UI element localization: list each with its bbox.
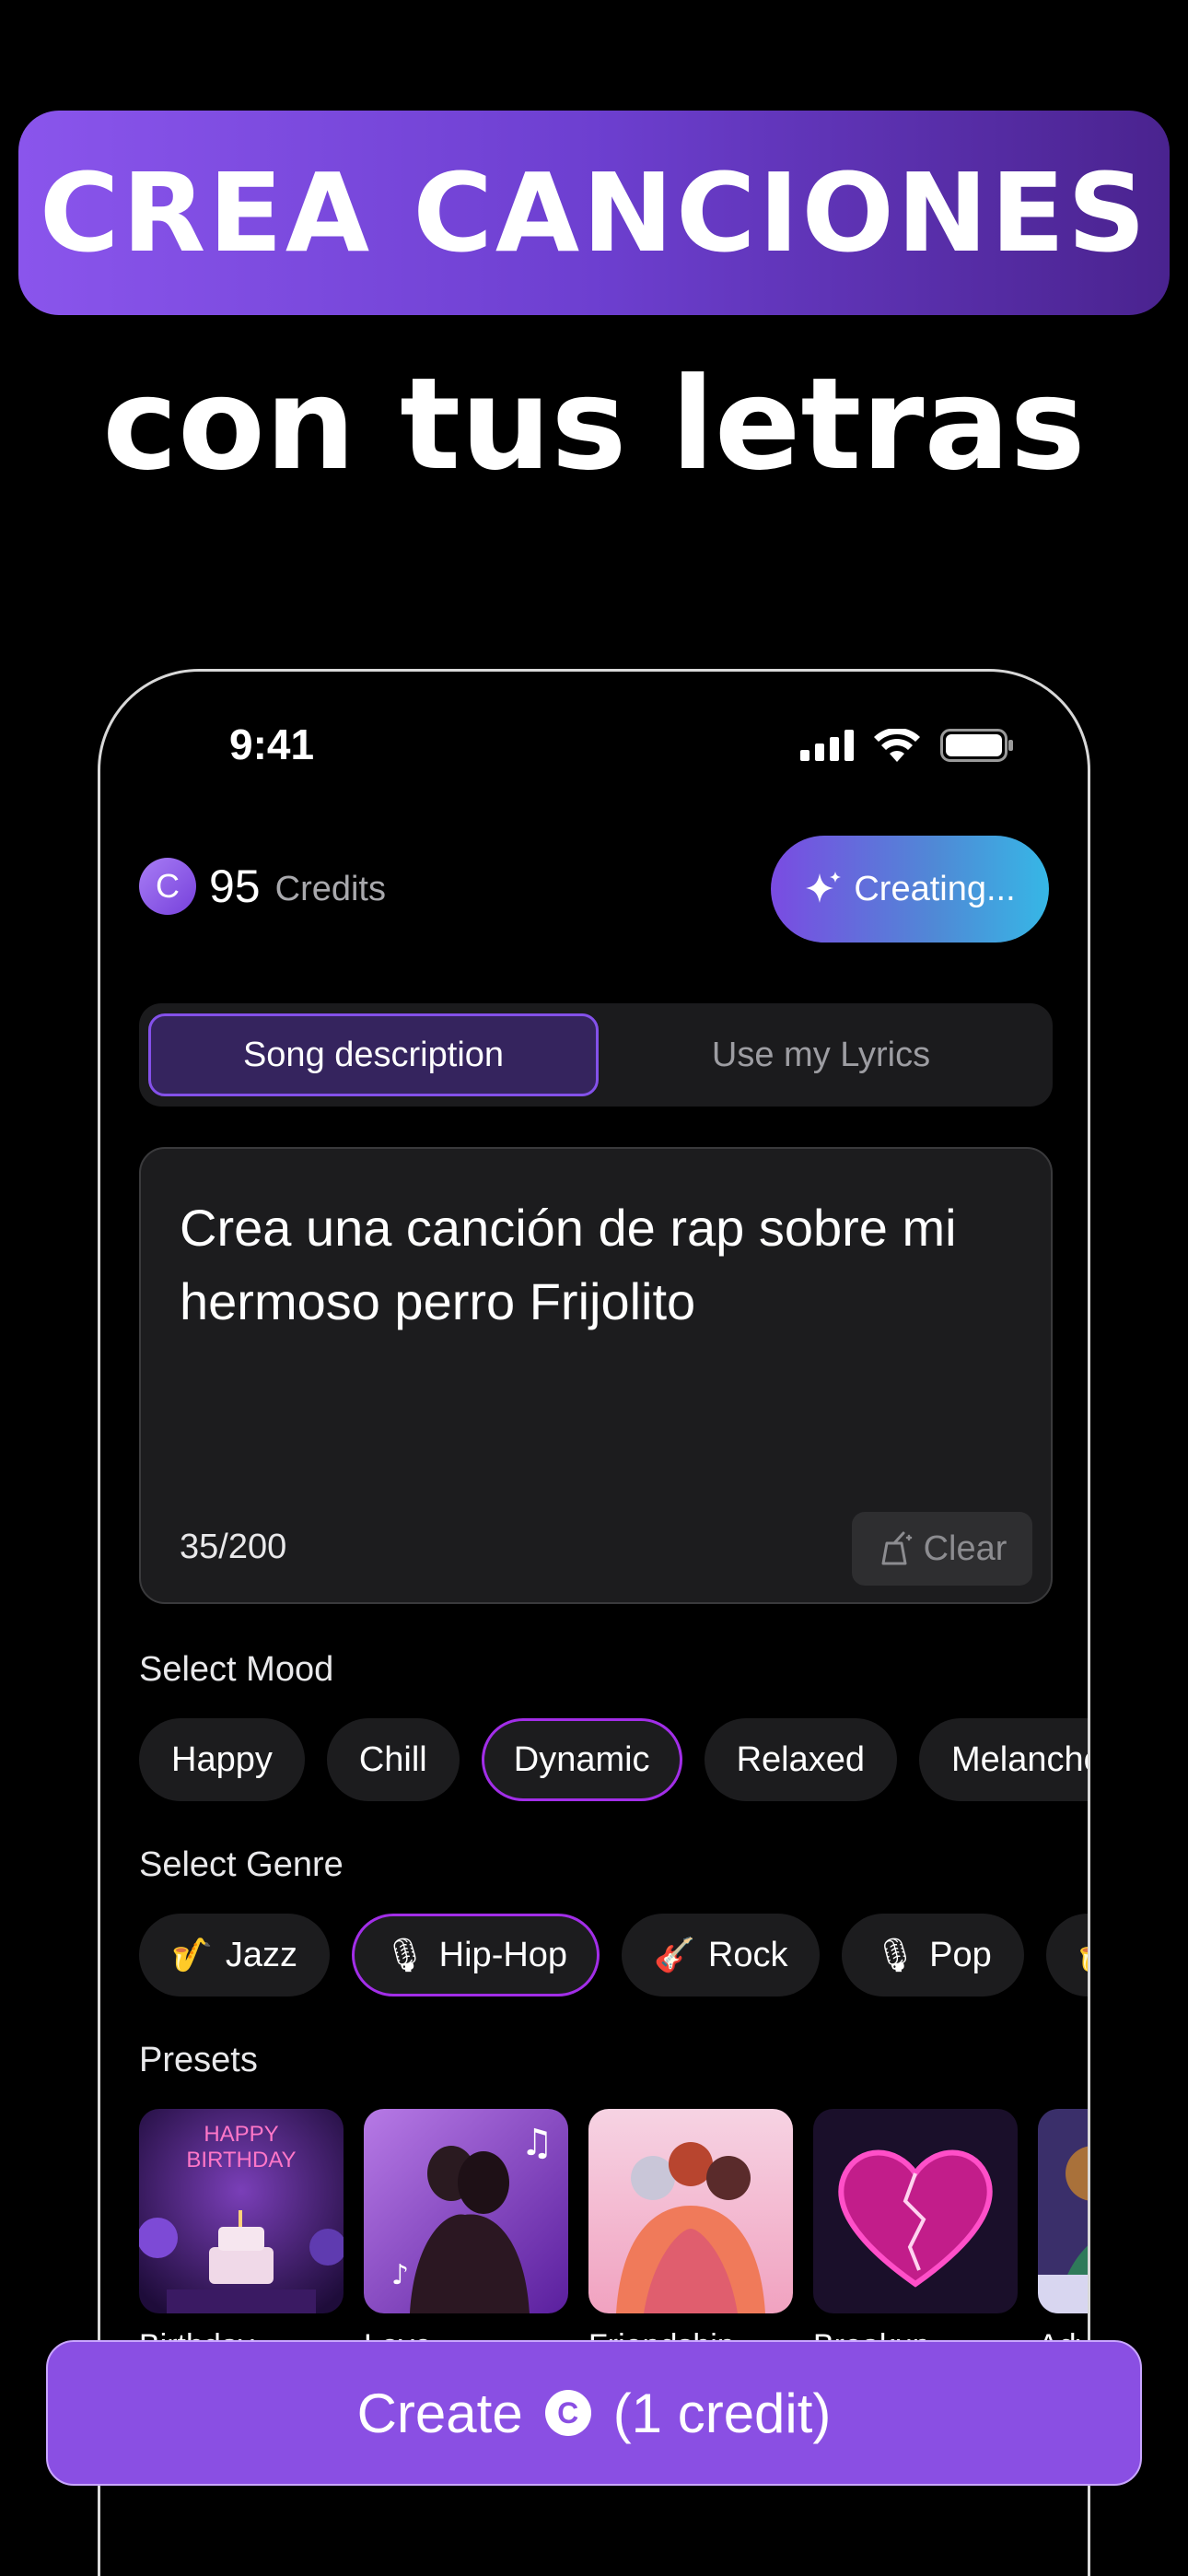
mood-chips: Happy Chill Dynamic Relaxed Melancholic [139, 1718, 1088, 1801]
birthday-image: HAPPY BIRTHDAY [139, 2109, 344, 2313]
credits-display: C 95 Credits [139, 858, 386, 915]
mood-chip-happy[interactable]: Happy [139, 1718, 305, 1801]
credits-label: Credits [274, 869, 386, 908]
love-image: ♫ ♪ [364, 2109, 568, 2313]
creating-button[interactable]: Creating... [771, 836, 1049, 943]
adventure-image [1038, 2109, 1088, 2313]
genre-chip-label: Jazz [225, 1935, 297, 1974]
genre-chip-label: Rock [707, 1935, 788, 1974]
genre-section-label: Select Genre [139, 1845, 344, 1884]
signal-icon [800, 730, 854, 761]
clear-label: Clear [923, 1528, 1007, 1568]
tab-use-my-lyrics[interactable]: Use my Lyrics [599, 1013, 1043, 1096]
mood-chip-melancholic[interactable]: Melancholic [918, 1718, 1088, 1801]
svg-text:♫: ♫ [520, 2122, 553, 2164]
wifi-icon [874, 729, 920, 762]
prompt-text[interactable]: Crea una canción de rap sobre mi hermoso… [180, 1191, 1008, 1339]
create-cost: (1 credit) [612, 2382, 832, 2444]
mode-tabs: Song description Use my Lyrics [139, 1003, 1053, 1107]
mood-chip-dynamic[interactable]: Dynamic [481, 1718, 682, 1801]
tab-song-description[interactable]: Song description [148, 1013, 599, 1096]
genre-chip-hip-hop[interactable]: 🎙 Hip-Hop [351, 1914, 600, 1996]
birthday-image-text: HAPPY BIRTHDAY [186, 2122, 297, 2172]
broom-icon [881, 1531, 912, 1565]
sparkle-icon [806, 872, 842, 903]
svg-text:♪: ♪ [391, 2259, 409, 2291]
saxophone-icon: 🎷 [171, 1936, 213, 1973]
preset-love[interactable]: ♫ ♪ Love [364, 2109, 568, 2364]
hero-banner: CREA CANCIONES [18, 111, 1170, 315]
character-counter: 35/200 [180, 1528, 287, 1566]
preset-birthday[interactable]: HAPPY BIRTHDAY Birthday [139, 2109, 344, 2364]
status-icons [800, 729, 1014, 762]
clear-button[interactable]: Clear [852, 1512, 1032, 1586]
hero-title: CREA CANCIONES [39, 149, 1149, 276]
microphone-icon: 🎙 [383, 1936, 426, 1973]
phone-frame: 9:41 C 95 Credits Creating... Song descr… [98, 669, 1090, 2576]
presets-section-label: Presets [139, 2041, 258, 2079]
preset-breakup[interactable]: Breakup [813, 2109, 1018, 2364]
microphone-icon: 🎙 [874, 1936, 917, 1973]
mood-chip-relaxed[interactable]: Relaxed [704, 1718, 897, 1801]
breakup-image [813, 2109, 1018, 2313]
genre-chip-jazz[interactable]: 🎷 Jazz [139, 1914, 330, 1996]
genre-chip-label: Hip-Hop [438, 1935, 568, 1974]
create-label: Create [356, 2382, 523, 2444]
mood-chip-chill[interactable]: Chill [326, 1718, 460, 1801]
genre-chip-more[interactable]: 🎷 [1045, 1914, 1088, 1996]
saxophone-icon: 🎷 [1078, 1936, 1088, 1974]
guitar-icon: 🎸 [654, 1936, 695, 1973]
app-screen: CREA CANCIONES con tus letras 9:41 C 95 … [0, 0, 1188, 2576]
creating-label: Creating... [854, 869, 1016, 908]
status-bar: 9:41 [100, 672, 1088, 819]
create-button[interactable]: Create C (1 credit) [46, 2340, 1142, 2486]
genre-chip-rock[interactable]: 🎸 Rock [622, 1914, 821, 1996]
battery-icon [940, 729, 1013, 762]
preset-adventure[interactable]: Adventure [1038, 2109, 1088, 2364]
genre-chips: 🎷 Jazz 🎙 Hip-Hop 🎸 Rock 🎙 Pop 🎷 [139, 1914, 1088, 1996]
genre-chip-label: Pop [929, 1935, 992, 1974]
song-description-input[interactable]: Crea una canción de rap sobre mi hermoso… [139, 1147, 1053, 1604]
hero-subtitle: con tus letras [102, 350, 1086, 498]
preset-friendship[interactable]: Friendship [588, 2109, 793, 2364]
genre-chip-pop[interactable]: 🎙 Pop [842, 1914, 1024, 1996]
friendship-image [588, 2109, 793, 2313]
mood-section-label: Select Mood [139, 1650, 334, 1689]
status-time: 9:41 [229, 720, 315, 768]
credits-value: 95 [209, 861, 261, 912]
coin-icon: C [139, 858, 196, 915]
coin-icon: C [544, 2390, 591, 2436]
presets-row: HAPPY BIRTHDAY Birthday ♫ ♪ Love [139, 2109, 1088, 2364]
